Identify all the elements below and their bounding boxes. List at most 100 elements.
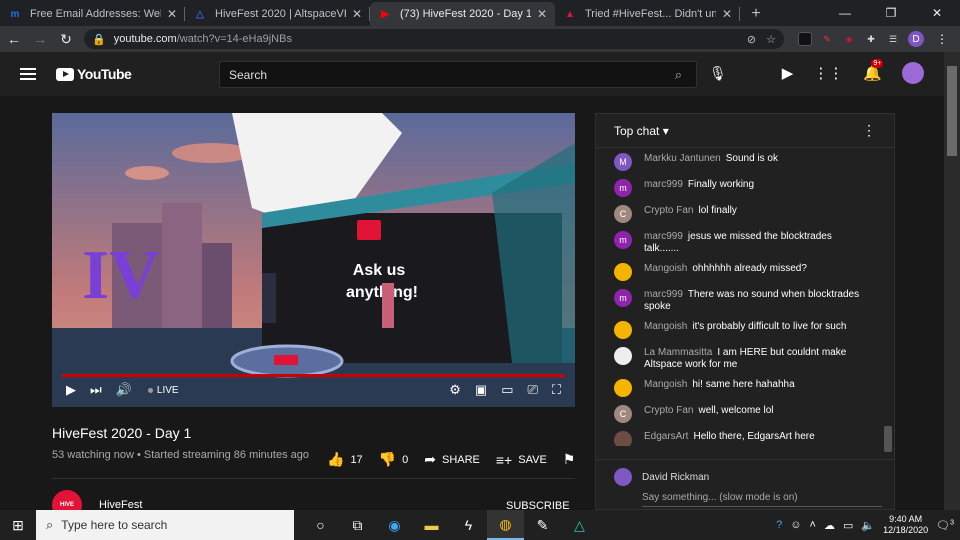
file-explorer-icon[interactable]: ▬ [413,510,450,540]
bookmark-star-icon[interactable]: ☆ [766,33,776,46]
back-icon[interactable]: ← [2,31,26,47]
chat-message-body: Crypto Fan well, welcome lol [644,405,774,423]
restore-icon[interactable]: ❐ [868,0,914,26]
windows-start-icon[interactable]: ⊞ [0,517,36,534]
tab-title: HiveFest 2020 | AltspaceVR [215,8,346,20]
chat-message[interactable]: C Crypto Fan well, welcome lol [596,401,882,427]
page-scrollbar-thumb[interactable] [947,66,957,156]
chat-message[interactable]: Mangoish ohhhhhh already missed? [596,259,882,285]
browser-tab[interactable]: m Free Email Addresses: Web based ✕ [0,2,185,26]
live-label: LIVE [156,384,179,396]
report-button[interactable]: ⚑ [563,451,576,468]
clock-date: 12/18/2020 [883,525,929,535]
extensions-area: ✎ ◈ ✚ ☰ D ⋮ [798,31,948,47]
puzzle-icon[interactable]: ✚ [864,32,878,46]
play-icon[interactable]: ▶ [66,382,76,398]
search-input[interactable]: Search ⌕ [219,61,697,88]
browser-menu-icon[interactable]: ⋮ [936,32,948,46]
notifications-bell-icon[interactable]: 🔔 9+ [863,59,884,82]
live-indicator[interactable]: LIVE [147,384,179,396]
chrome-icon[interactable]: ◍ [487,510,524,540]
next-icon[interactable]: ⏭ [90,382,102,398]
chat-message[interactable]: M Markku Jantunen Sound is ok [596,149,882,175]
tab-close-icon[interactable]: ✕ [722,7,732,21]
profile-avatar[interactable]: D [908,31,924,47]
chat-message[interactable]: Mangoish hi! same here hahahha [596,375,882,401]
microphone-icon[interactable]: 🎙 [709,65,727,82]
taskbar-search-input[interactable]: ⌕ Type here to search [36,510,294,540]
chat-avatar: C [614,205,632,223]
tab-favicon-icon: ▲ [565,8,575,20]
people-icon[interactable]: ☺ [790,519,801,531]
action-center-icon[interactable]: 🗨3 [936,519,954,532]
chevron-up-icon[interactable]: ˄ [810,519,816,531]
settings-gear-icon[interactable]: ⚙ [449,382,461,398]
shield-extension-icon[interactable]: ◈ [842,32,856,46]
browser-tab[interactable]: △ HiveFest 2020 | AltspaceVR ✕ [185,2,370,26]
apps-grid-icon[interactable]: ⋮⋮ [813,64,843,82]
minimize-icon[interactable]: — [822,0,868,26]
chat-header: Top chat ▾ ⋮ [596,114,894,148]
tracking-blocked-icon[interactable]: ⊘ [747,33,756,46]
chat-input-area: David Rickman Say something... (slow mod… [596,459,894,511]
miniplayer-icon[interactable]: ▣ [475,382,487,398]
paint-icon[interactable]: ✎ [524,510,561,540]
key-extension-icon[interactable]: ✎ [820,32,834,46]
clock[interactable]: 9:40 AM 12/18/2020 [883,514,928,536]
browser-tab[interactable]: ▲ Tried #HiveFest... Didn't understa ✕ [555,2,740,26]
search-icon: ⌕ [46,517,54,532]
help-icon[interactable]: ? [776,519,782,531]
divider [52,478,575,479]
chat-text: Finally working [687,179,755,190]
search-icon[interactable]: ⌕ [675,67,682,83]
extension-icon[interactable] [798,32,812,46]
chat-avatar: m [614,231,632,249]
task-view-icon[interactable]: ⧉ [339,510,376,540]
volume-icon[interactable]: 🔊 [116,382,132,398]
video-player[interactable]: IV Ask us anything! ▶ ⏭ 🔊 LIVE ⚙ ▣ ▭ ⎚ ⛶ [52,113,575,407]
cloud-icon[interactable]: ☁ [824,519,835,532]
tab-close-icon[interactable]: ✕ [167,7,177,21]
chat-more-icon[interactable]: ⋮ [862,122,876,139]
chat-message-input[interactable]: Say something... (slow mode is on) [642,492,882,507]
chat-message[interactable]: C Crypto Fan lol finally [596,201,882,227]
cast-icon[interactable]: ⎚ [527,382,537,398]
chat-message[interactable]: m marc999 Finally working [596,175,882,201]
fullscreen-icon[interactable]: ⛶ [552,382,561,398]
cortana-icon[interactable]: ○ [302,510,339,540]
chat-message[interactable]: Mangoish it's probably difficult to live … [596,317,882,343]
user-avatar[interactable] [902,62,924,84]
chat-message[interactable]: EdgarsArt Hello there, EdgarsArt here [596,427,882,446]
network-icon[interactable]: ▭ [843,519,853,532]
theater-mode-icon[interactable]: ▭ [501,382,513,398]
reading-list-icon[interactable]: ☰ [886,32,900,46]
chat-message[interactable]: La Mammasitta I am HERE but couldnt make … [596,343,882,375]
page-scrollbar[interactable] [944,52,960,510]
url-input[interactable]: 🔒 youtube.com/watch?v=14-eHa9jNBs ⊘ ☆ [84,29,784,49]
reload-icon[interactable]: ↻ [54,31,78,48]
browser-tab[interactable]: ▶ (73) HiveFest 2020 - Day 1 - YouT ✕ [370,2,555,26]
chat-scrollbar[interactable] [884,426,892,452]
save-button[interactable]: ≡+ SAVE [496,452,547,468]
dislike-button[interactable]: 👎 0 [379,451,409,468]
app-icon[interactable]: ϟ [450,510,487,540]
tab-close-icon[interactable]: ✕ [537,7,547,21]
chat-message[interactable]: m marc999 jesus we missed the blocktrades … [596,227,882,259]
chat-messages[interactable]: M Markku Jantunen Sound is ok m marc999 Final… [596,149,882,446]
progress-bar[interactable] [62,374,565,377]
close-window-icon[interactable]: ✕ [914,0,960,26]
chat-avatar [614,321,632,339]
new-tab-button[interactable]: + [744,2,768,26]
tab-close-icon[interactable]: ✕ [352,7,362,21]
edge-icon[interactable]: ◉ [376,510,413,540]
like-button[interactable]: 👍 17 [327,451,363,468]
share-button[interactable]: ➦ SHARE [424,451,480,468]
youtube-logo[interactable]: YouTube [56,66,132,82]
altspace-icon[interactable]: △ [561,510,598,540]
volume-icon[interactable]: 🔈 [861,519,875,532]
create-video-icon[interactable]: ▶ [782,64,794,82]
top-chat-dropdown[interactable]: Top chat ▾ [614,124,669,138]
chat-message[interactable]: m marc999 There was no sound when blocktra… [596,285,882,317]
forward-icon[interactable]: → [28,31,52,47]
hamburger-menu-icon[interactable] [20,68,36,80]
